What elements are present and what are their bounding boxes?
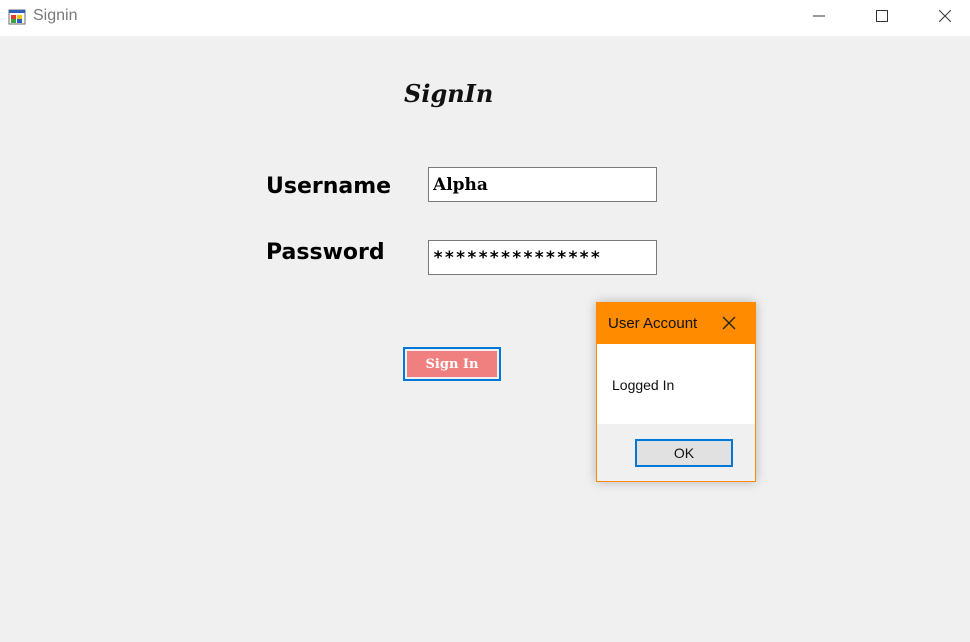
username-field[interactable]	[428, 167, 657, 202]
dialog-title: User Account	[608, 315, 698, 332]
app-window-icon	[8, 8, 26, 26]
window-title: Signin	[33, 7, 78, 24]
minimize-icon[interactable]	[796, 0, 842, 32]
username-label: Username	[266, 174, 392, 199]
maximize-icon[interactable]	[859, 0, 905, 32]
signin-button-label: Sign In	[407, 351, 497, 377]
dialog-message: Logged In	[612, 377, 675, 393]
password-field[interactable]	[428, 240, 657, 275]
signin-form-area: SignIn Username Password Sign In	[0, 36, 970, 642]
dialog-body: Logged In	[597, 344, 755, 424]
dialog-titlebar: User Account	[597, 303, 755, 344]
close-icon[interactable]	[922, 0, 968, 32]
password-label: Password	[266, 240, 385, 265]
dialog-footer: OK	[597, 424, 755, 481]
page-title: SignIn	[404, 79, 494, 108]
window-titlebar: Signin	[0, 0, 970, 36]
dialog-close-icon[interactable]	[721, 315, 737, 331]
ok-button[interactable]: OK	[635, 439, 733, 467]
message-dialog: User Account Logged In OK	[596, 302, 756, 482]
signin-button[interactable]: Sign In	[403, 347, 501, 381]
